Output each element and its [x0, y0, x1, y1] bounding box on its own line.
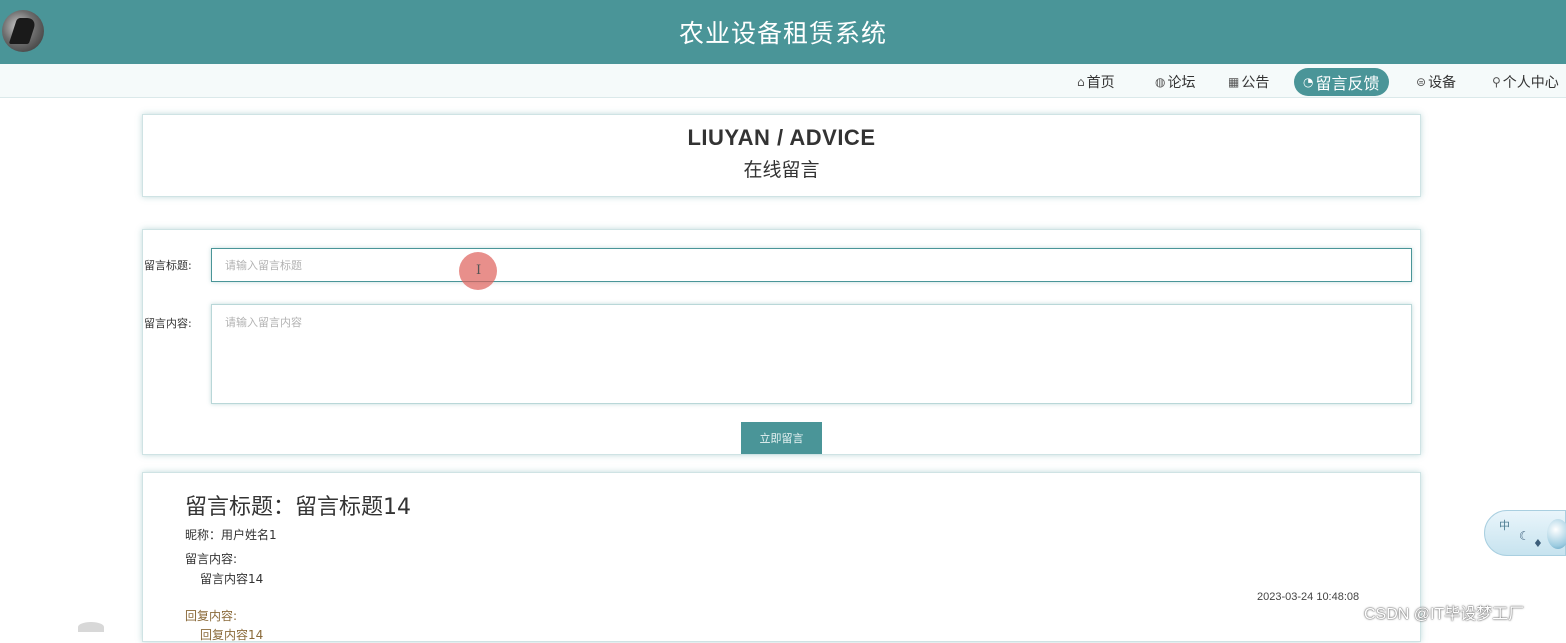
top-header-bar: 农业设备租赁系统 — [0, 0, 1566, 64]
page-title-en: LIUYAN / ADVICE — [687, 125, 876, 150]
home-icon: ⌂ — [1077, 75, 1085, 89]
text-cursor-icon: I — [476, 263, 482, 278]
nav-item-label: 个人中心 — [1502, 75, 1559, 91]
message-content-label: 留言内容: — [185, 552, 238, 566]
message-nickname: 昵称：用户姓名1 — [185, 528, 277, 542]
submit-message-button[interactable]: 立即留言 — [741, 422, 822, 454]
watermark: CSDN @IT毕设梦工厂 — [1364, 606, 1525, 623]
message-content-textarea[interactable] — [211, 304, 1412, 404]
reply-label: 回复内容: — [185, 609, 238, 623]
nav-item-label: 论坛 — [1167, 75, 1196, 91]
message-timestamp: 2023-03-24 10:48:08 — [1257, 591, 1360, 603]
reply-content: 回复内容14 — [200, 628, 264, 642]
nav-item-forum[interactable]: ◍ 论坛 — [1155, 68, 1195, 96]
message-content: 留言内容14 — [200, 572, 264, 586]
device-icon: ⊜ — [1416, 75, 1427, 89]
floating-theme-widget[interactable]: 中 ☾ ♦ — [1484, 510, 1566, 556]
shirt-icon[interactable]: ♦ — [1533, 537, 1543, 550]
site-title: 农业设备租赁系统 — [678, 19, 887, 48]
nav-item-user-center[interactable]: ⚲ 个人中心 — [1492, 68, 1559, 96]
language-toggle[interactable]: 中 — [1499, 517, 1510, 533]
nav-item-label: 公告 — [1241, 75, 1270, 91]
feedback-icon: ◔ — [1303, 75, 1314, 89]
decorative-corner-shape — [78, 622, 104, 632]
mascot-icon[interactable] — [1547, 519, 1566, 549]
nav-item-label: 首页 — [1086, 75, 1115, 91]
nav-item-device[interactable]: ⊜ 设备 — [1416, 68, 1456, 96]
nav-item-home[interactable]: ⌂ 首页 — [1077, 68, 1115, 96]
nav-item-feedback[interactable]: ◔ 留言反馈 — [1294, 68, 1389, 96]
nav-item-label: 设备 — [1428, 75, 1457, 91]
content-field-label: 留言内容: — [144, 317, 192, 330]
forum-icon: ◍ — [1155, 75, 1166, 89]
moon-icon[interactable]: ☾ — [1519, 529, 1530, 543]
message-form: 留言标题: I 留言内容: 立即留言 — [142, 229, 1421, 455]
page-heading-panel: LIUYAN / ADVICE 在线留言 — [142, 114, 1421, 197]
nav-item-notice[interactable]: ▦ 公告 — [1228, 68, 1269, 96]
message-card: 留言标题：留言标题14 昵称：用户姓名1 留言内容: 留言内容14 2023-0… — [142, 472, 1421, 642]
message-title: 留言标题：留言标题14 — [185, 495, 411, 520]
notice-icon: ▦ — [1228, 75, 1240, 89]
title-field-label: 留言标题: — [144, 259, 192, 272]
message-title-input[interactable] — [211, 248, 1412, 282]
user-icon: ⚲ — [1492, 75, 1501, 89]
nav-item-label: 留言反馈 — [1315, 74, 1380, 93]
main-nav: ⌂ 首页 ◍ 论坛 ▦ 公告 ◔ 留言反馈 ⊜ 设备 ⚲ 个人中心 — [0, 64, 1566, 98]
page-title-cn: 在线留言 — [743, 159, 820, 181]
